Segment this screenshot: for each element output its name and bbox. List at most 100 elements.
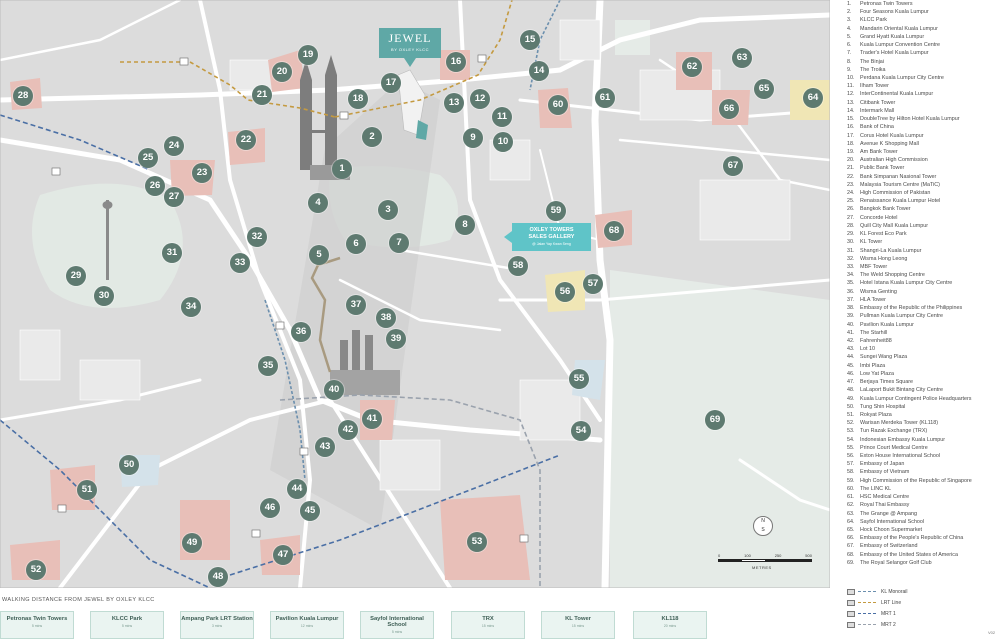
legend-item[interactable]: 46. Low Yat Plaza <box>847 370 997 378</box>
legend-item[interactable]: 61. HSC Medical Centre <box>847 493 997 501</box>
landmark-marker[interactable]: 59 <box>546 201 566 221</box>
walking-distance-item[interactable]: Ampang Park LRT Station 3 mins <box>180 611 254 639</box>
landmark-marker[interactable]: 58 <box>508 256 528 276</box>
legend-item[interactable]: 60. The LINC KL <box>847 485 997 493</box>
landmark-marker[interactable]: 45 <box>300 501 320 521</box>
legend-item[interactable]: 18. Avenue K Shopping Mall <box>847 140 997 148</box>
landmark-marker[interactable]: 57 <box>583 274 603 294</box>
legend-item[interactable]: 49. Kuala Lumpur Contingent Police Headqu… <box>847 395 997 403</box>
landmark-marker[interactable]: 12 <box>470 89 490 109</box>
legend-item[interactable]: 31. Shangri-La Kuala Lumpur <box>847 247 997 255</box>
landmark-marker[interactable]: 8 <box>455 215 475 235</box>
landmark-marker[interactable]: 20 <box>272 62 292 82</box>
legend-item[interactable]: 63. The Grange @ Ampang <box>847 510 997 518</box>
landmark-marker[interactable]: 25 <box>138 148 158 168</box>
legend-item[interactable]: 66. Embassy of the People's Republic of C… <box>847 534 997 542</box>
landmark-marker[interactable]: 48 <box>208 567 228 587</box>
landmark-marker[interactable]: 41 <box>362 409 382 429</box>
landmark-marker[interactable]: 3 <box>378 200 398 220</box>
legend-item[interactable]: 16. Bank of China <box>847 123 997 131</box>
landmark-marker[interactable]: 51 <box>77 480 97 500</box>
legend-item[interactable]: 20. Australian High Commission <box>847 156 997 164</box>
legend-item[interactable]: 42. Fahrenheit88 <box>847 337 997 345</box>
legend-item[interactable]: 68. Embassy of the United States of Ameri… <box>847 551 997 559</box>
landmark-marker[interactable]: 22 <box>236 130 256 150</box>
landmark-marker[interactable]: 49 <box>182 533 202 553</box>
landmark-marker[interactable]: 27 <box>164 187 184 207</box>
landmark-marker[interactable]: 35 <box>258 356 278 376</box>
legend-item[interactable]: 59. High Commission of the Republic of Si… <box>847 477 997 485</box>
walking-distance-item[interactable]: Pavilion Kuala Lumpur 12 mins <box>270 611 344 639</box>
legend-item[interactable]: 36. Wisma Genting <box>847 288 997 296</box>
legend-item[interactable]: 24. High Commission of Pakistan <box>847 189 997 197</box>
legend-item[interactable]: 27. Concorde Hotel <box>847 214 997 222</box>
legend-item[interactable]: 56. Exton House International School <box>847 452 997 460</box>
legend-item[interactable]: 64. Sayfol International School <box>847 518 997 526</box>
landmark-marker[interactable]: 67 <box>723 156 743 176</box>
landmark-marker[interactable]: 18 <box>348 89 368 109</box>
landmark-marker[interactable]: 50 <box>119 455 139 475</box>
landmark-marker[interactable]: 11 <box>492 107 512 127</box>
legend-item[interactable]: 33. MBF Tower <box>847 263 997 271</box>
landmark-marker[interactable]: 65 <box>754 79 774 99</box>
landmark-marker[interactable]: 16 <box>446 52 466 72</box>
landmark-marker[interactable]: 42 <box>338 420 358 440</box>
legend-item[interactable]: 57. Embassy of Japan <box>847 460 997 468</box>
legend-item[interactable]: 34. The Weld Shopping Centre <box>847 271 997 279</box>
legend-item[interactable]: 52. Warisan Merdeka Tower (KL118) <box>847 419 997 427</box>
landmark-marker[interactable]: 54 <box>571 421 591 441</box>
landmark-marker[interactable]: 69 <box>705 410 725 430</box>
legend-item[interactable]: 8. The Binjai <box>847 58 997 66</box>
legend-item[interactable]: 6. Kuala Lumpur Convention Centre <box>847 41 997 49</box>
legend-item[interactable]: 65. Hock Choon Supermarket <box>847 526 997 534</box>
legend-item[interactable]: 9. The Troika <box>847 66 997 74</box>
legend-item[interactable]: 44. Sungei Wang Plaza <box>847 353 997 361</box>
landmark-marker[interactable]: 10 <box>493 132 513 152</box>
walking-distance-item[interactable]: KLCC Park 5 mins <box>90 611 164 639</box>
legend-item[interactable]: 4. Mandarin Oriental Kuala Lumpur <box>847 25 997 33</box>
landmark-marker[interactable]: 30 <box>94 286 114 306</box>
walking-distance-item[interactable]: KL118 20 mins <box>633 611 707 639</box>
landmark-marker[interactable]: 46 <box>260 498 280 518</box>
legend-item[interactable]: 38. Embassy of the Republic of the Philip… <box>847 304 997 312</box>
landmark-marker[interactable]: 21 <box>252 85 272 105</box>
legend-item[interactable]: 39. Pullman Kuala Lumpur City Centre <box>847 312 997 320</box>
landmark-marker[interactable]: 56 <box>555 282 575 302</box>
legend-item[interactable]: 13. Citibank Tower <box>847 99 997 107</box>
legend-item[interactable]: 14. Intermark Mall <box>847 107 997 115</box>
landmark-marker[interactable]: 52 <box>26 560 46 580</box>
landmark-marker[interactable]: 26 <box>145 176 165 196</box>
landmark-marker[interactable]: 14 <box>529 61 549 81</box>
oxley-sales-gallery-badge[interactable]: OXLEY TOWERS SALES GALLERY @ Jalan Yap K… <box>504 223 591 251</box>
legend-item[interactable]: 11. Ilham Tower <box>847 82 997 90</box>
landmark-marker[interactable]: 60 <box>548 95 568 115</box>
landmark-marker[interactable]: 13 <box>444 93 464 113</box>
landmark-marker[interactable]: 32 <box>247 227 267 247</box>
legend-item[interactable]: 19. Am Bank Tower <box>847 148 997 156</box>
landmark-marker[interactable]: 24 <box>164 136 184 156</box>
landmark-marker[interactable]: 37 <box>346 295 366 315</box>
walking-distance-item[interactable]: Petronas Twin Towers 5 mins <box>0 611 74 639</box>
legend-item[interactable]: 51. Rokyat Plaza <box>847 411 997 419</box>
landmark-marker[interactable]: 40 <box>324 380 344 400</box>
legend-item[interactable]: 25. Renaissance Kuala Lumpur Hotel <box>847 197 997 205</box>
legend-item[interactable]: 23. Malaysia Tourism Centre (MaTiC) <box>847 181 997 189</box>
legend-item[interactable]: 32. Wisma Hong Leong <box>847 255 997 263</box>
landmark-marker[interactable]: 53 <box>467 532 487 552</box>
legend-item[interactable]: 17. Corus Hotel Kuala Lumpur <box>847 132 997 140</box>
legend-item[interactable]: 58. Embassy of Vietnam <box>847 468 997 476</box>
landmark-marker[interactable]: 1 <box>332 159 352 179</box>
landmark-marker[interactable]: 44 <box>287 479 307 499</box>
walking-distance-item[interactable]: TRX 15 mins <box>451 611 525 639</box>
landmark-marker[interactable]: 61 <box>595 88 615 108</box>
landmark-marker[interactable]: 39 <box>386 329 406 349</box>
legend-item[interactable]: 22. Bank Simpanan Nasional Tower <box>847 173 997 181</box>
landmark-marker[interactable]: 2 <box>362 127 382 147</box>
legend-item[interactable]: 21. Public Bank Tower <box>847 164 997 172</box>
landmark-marker[interactable]: 23 <box>192 163 212 183</box>
legend-item[interactable]: 12. InterContinental Kuala Lumpur <box>847 90 997 98</box>
legend-item[interactable]: 47. Berjaya Times Square <box>847 378 997 386</box>
legend-item[interactable]: 2. Four Seasons Kuala Lumpur <box>847 8 997 16</box>
landmark-marker[interactable]: 38 <box>376 308 396 328</box>
legend-item[interactable]: 41. The Starhill <box>847 329 997 337</box>
